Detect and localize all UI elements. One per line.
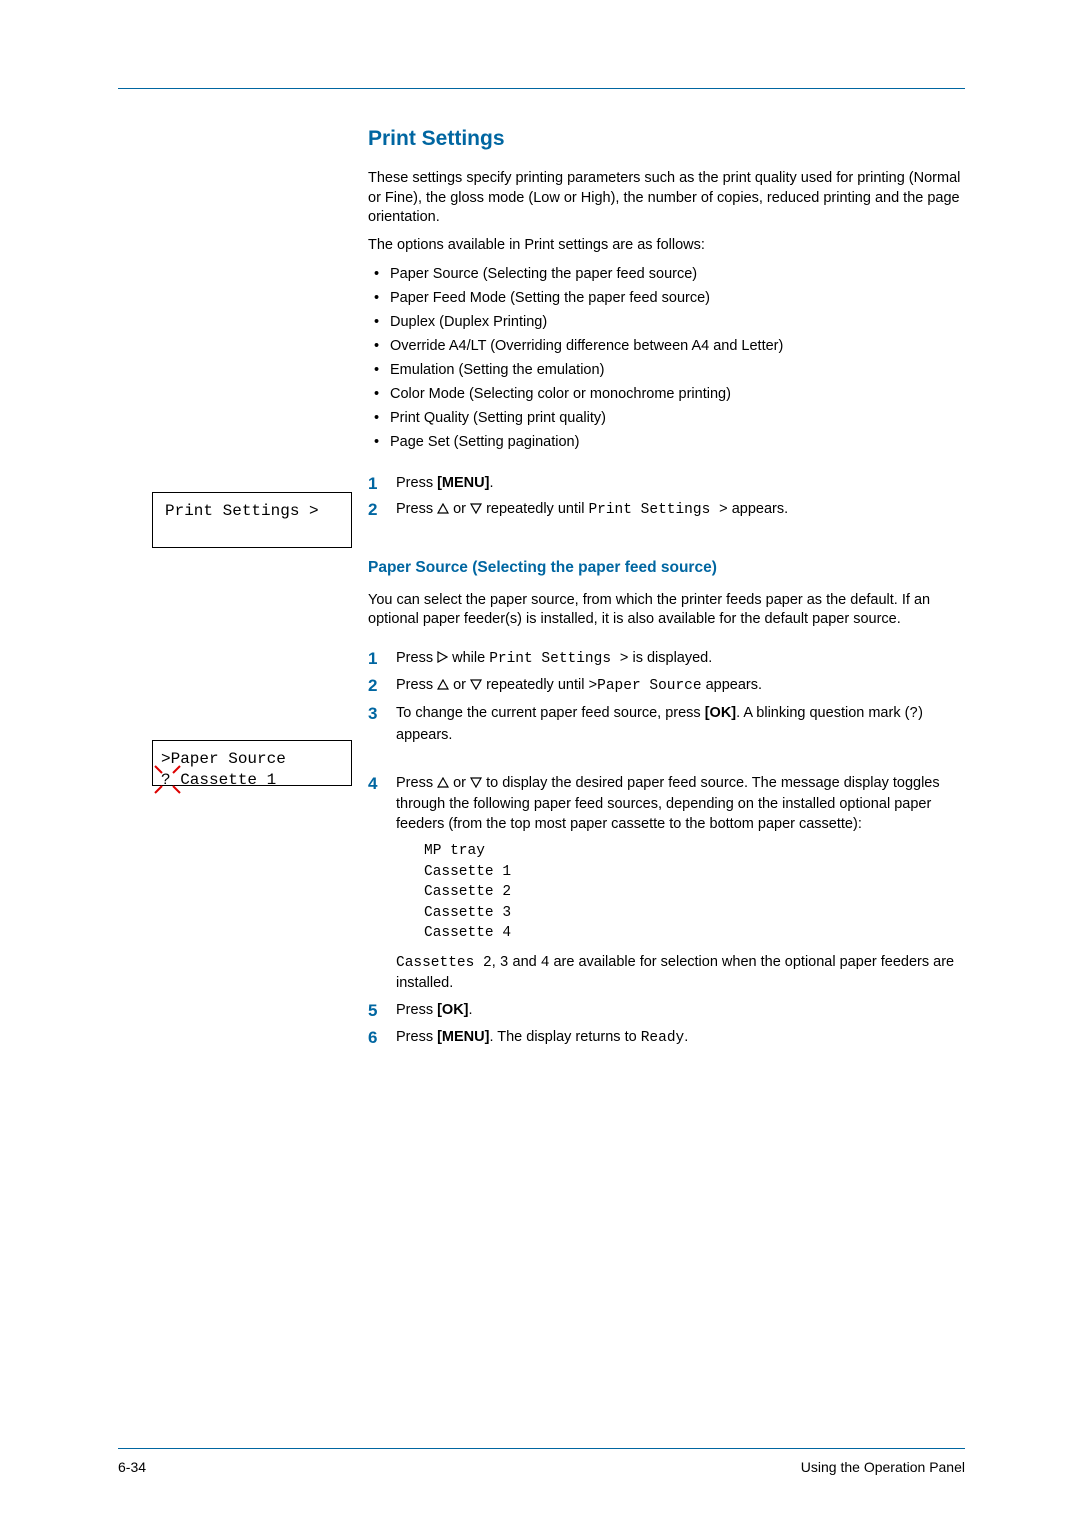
- subsection-heading: Paper Source (Selecting the paper feed s…: [368, 559, 965, 577]
- step-text: or: [449, 677, 470, 693]
- blink-spark-icon: [155, 766, 163, 774]
- step-text: repeatedly until: [482, 677, 588, 693]
- step-item: Press [MENU]. The display returns to Rea…: [368, 1027, 965, 1049]
- note-text: ,: [492, 954, 500, 970]
- step-text: . The display returns to: [489, 1029, 640, 1045]
- page-footer: 6-34 Using the Operation Panel: [118, 1459, 965, 1475]
- step-text: appears.: [702, 677, 762, 693]
- ok-key: [OK]: [437, 1002, 468, 1018]
- display-text: Ready: [641, 1030, 685, 1046]
- step-text: Press: [396, 1029, 437, 1045]
- main-content: Print Settings These settings specify pr…: [368, 127, 965, 1048]
- ok-key: [OK]: [705, 705, 736, 721]
- step-text: To change the current paper feed source,…: [396, 705, 705, 721]
- option-item: Print Quality (Setting print quality): [368, 407, 965, 431]
- cassette-note: Cassettes 2, 3 and 4 are available for s…: [396, 952, 965, 994]
- blink-spark-icon: [155, 786, 163, 794]
- blink-spark-icon: [173, 766, 181, 774]
- bottom-divider: [118, 1448, 965, 1449]
- display-text: ?: [909, 706, 918, 722]
- blink-spark-icon: [173, 786, 181, 794]
- display-text: >Paper Source: [588, 678, 701, 694]
- step-text: or: [449, 501, 470, 517]
- step-item: Press or repeatedly until Print Settings…: [368, 499, 965, 521]
- option-item: Override A4/LT (Overriding difference be…: [368, 335, 965, 359]
- step-text: Press: [396, 775, 437, 791]
- section-heading: Print Settings: [368, 127, 965, 151]
- note-text: and: [508, 954, 540, 970]
- display-text: Print Settings >: [489, 651, 628, 667]
- option-item: Color Mode (Selecting color or monochrom…: [368, 383, 965, 407]
- intro-paragraph-2: The options available in Print settings …: [368, 236, 965, 256]
- step-item: To change the current paper feed source,…: [368, 703, 965, 745]
- subsection-intro: You can select the paper source, from wh…: [368, 591, 965, 630]
- step-text: while: [448, 650, 489, 666]
- lcd-display-paper-source: >Paper Source ? Cassette 1: [152, 740, 352, 786]
- page-number: 6-34: [118, 1459, 146, 1475]
- option-item: Emulation (Setting the emulation): [368, 359, 965, 383]
- step-item: Press [MENU].: [368, 473, 965, 494]
- options-list: Paper Source (Selecting the paper feed s…: [368, 263, 965, 454]
- option-item: Paper Source (Selecting the paper feed s…: [368, 263, 965, 287]
- right-triangle-icon: [437, 651, 448, 663]
- down-triangle-icon: [470, 503, 482, 514]
- menu-key: [MENU]: [437, 475, 489, 491]
- step-text: Press: [396, 1002, 437, 1018]
- step-text: or: [449, 775, 470, 791]
- steps-b: Press while Print Settings > is displaye…: [368, 648, 965, 1048]
- down-triangle-icon: [470, 777, 482, 788]
- step-text: . A blinking question mark (: [736, 705, 909, 721]
- option-item: Duplex (Duplex Printing): [368, 311, 965, 335]
- up-triangle-icon: [437, 679, 449, 690]
- steps-a: Press [MENU]. Press or repeatedly until …: [368, 473, 965, 521]
- step-text: appears.: [728, 501, 788, 517]
- step-item: Press or repeatedly until >Paper Source …: [368, 675, 965, 697]
- step-item: Press while Print Settings > is displaye…: [368, 648, 965, 670]
- note-mono: Cassettes 2: [396, 955, 492, 971]
- step-text: repeatedly until: [482, 501, 588, 517]
- step-item: Press or to display the desired paper fe…: [368, 773, 965, 994]
- feed-sources-block: MP tray Cassette 1 Cassette 2 Cassette 3…: [424, 841, 965, 944]
- option-item: Page Set (Setting pagination): [368, 431, 965, 455]
- step-text: .: [684, 1029, 688, 1045]
- option-item: Paper Feed Mode (Setting the paper feed …: [368, 287, 965, 311]
- step-text: Press: [396, 650, 437, 666]
- intro-paragraph-1: These settings specify printing paramete…: [368, 169, 965, 228]
- menu-key: [MENU]: [437, 1029, 489, 1045]
- footer-title: Using the Operation Panel: [801, 1459, 965, 1475]
- step-text: Press: [396, 475, 437, 491]
- display-text: Print Settings >: [588, 502, 727, 518]
- step-text: .: [469, 1002, 473, 1018]
- lcd-text: Print Settings >: [165, 502, 319, 520]
- up-triangle-icon: [437, 777, 449, 788]
- step-text: Press: [396, 501, 437, 517]
- step-text: Press: [396, 677, 437, 693]
- lcd-display-print-settings: Print Settings >: [152, 492, 352, 548]
- up-triangle-icon: [437, 503, 449, 514]
- down-triangle-icon: [470, 679, 482, 690]
- top-divider: [118, 88, 965, 89]
- lcd-line-2: ? Cassette 1: [161, 770, 341, 791]
- step-text: is displayed.: [628, 650, 712, 666]
- step-item: Press [OK].: [368, 1000, 965, 1021]
- lcd-line-1: >Paper Source: [161, 749, 341, 770]
- step-text: .: [489, 475, 493, 491]
